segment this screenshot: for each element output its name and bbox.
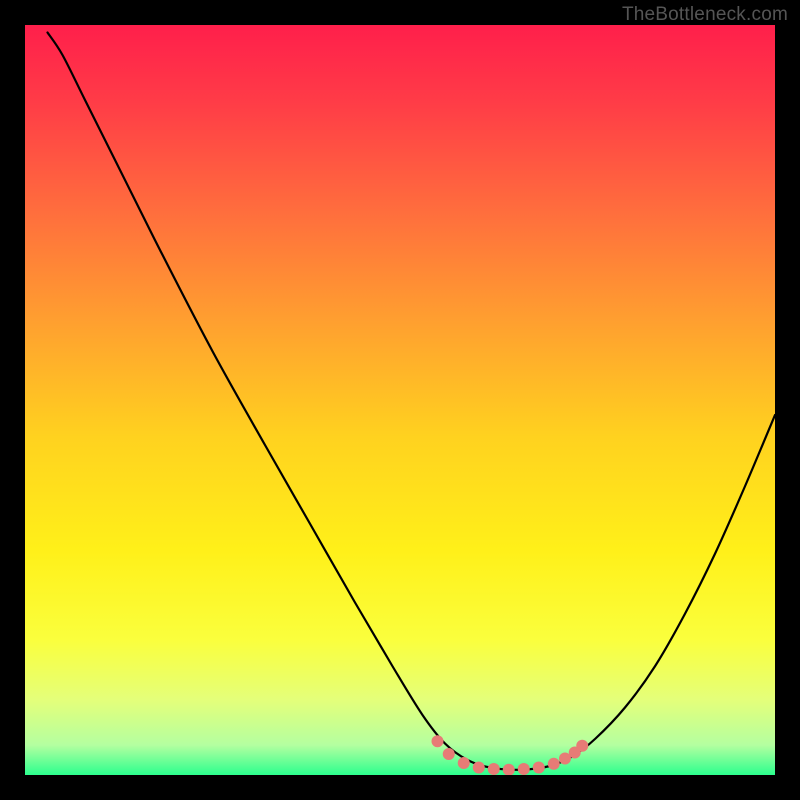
watermark-text: TheBottleneck.com xyxy=(622,4,788,26)
bottleneck-curve xyxy=(48,33,776,770)
curve-marker xyxy=(443,748,455,760)
curve-marker xyxy=(576,740,588,752)
curve-marker xyxy=(533,762,545,774)
curve-marker xyxy=(432,735,444,747)
curve-marker xyxy=(548,758,560,770)
plot-area xyxy=(25,25,775,775)
curve-marker xyxy=(503,764,515,775)
curve-marker xyxy=(488,763,500,775)
curve-marker xyxy=(458,757,470,769)
curve-layer xyxy=(25,25,775,775)
curve-marker xyxy=(518,763,530,775)
curve-markers xyxy=(432,735,589,775)
curve-marker xyxy=(473,762,485,774)
chart-container: TheBottleneck.com xyxy=(0,0,800,800)
